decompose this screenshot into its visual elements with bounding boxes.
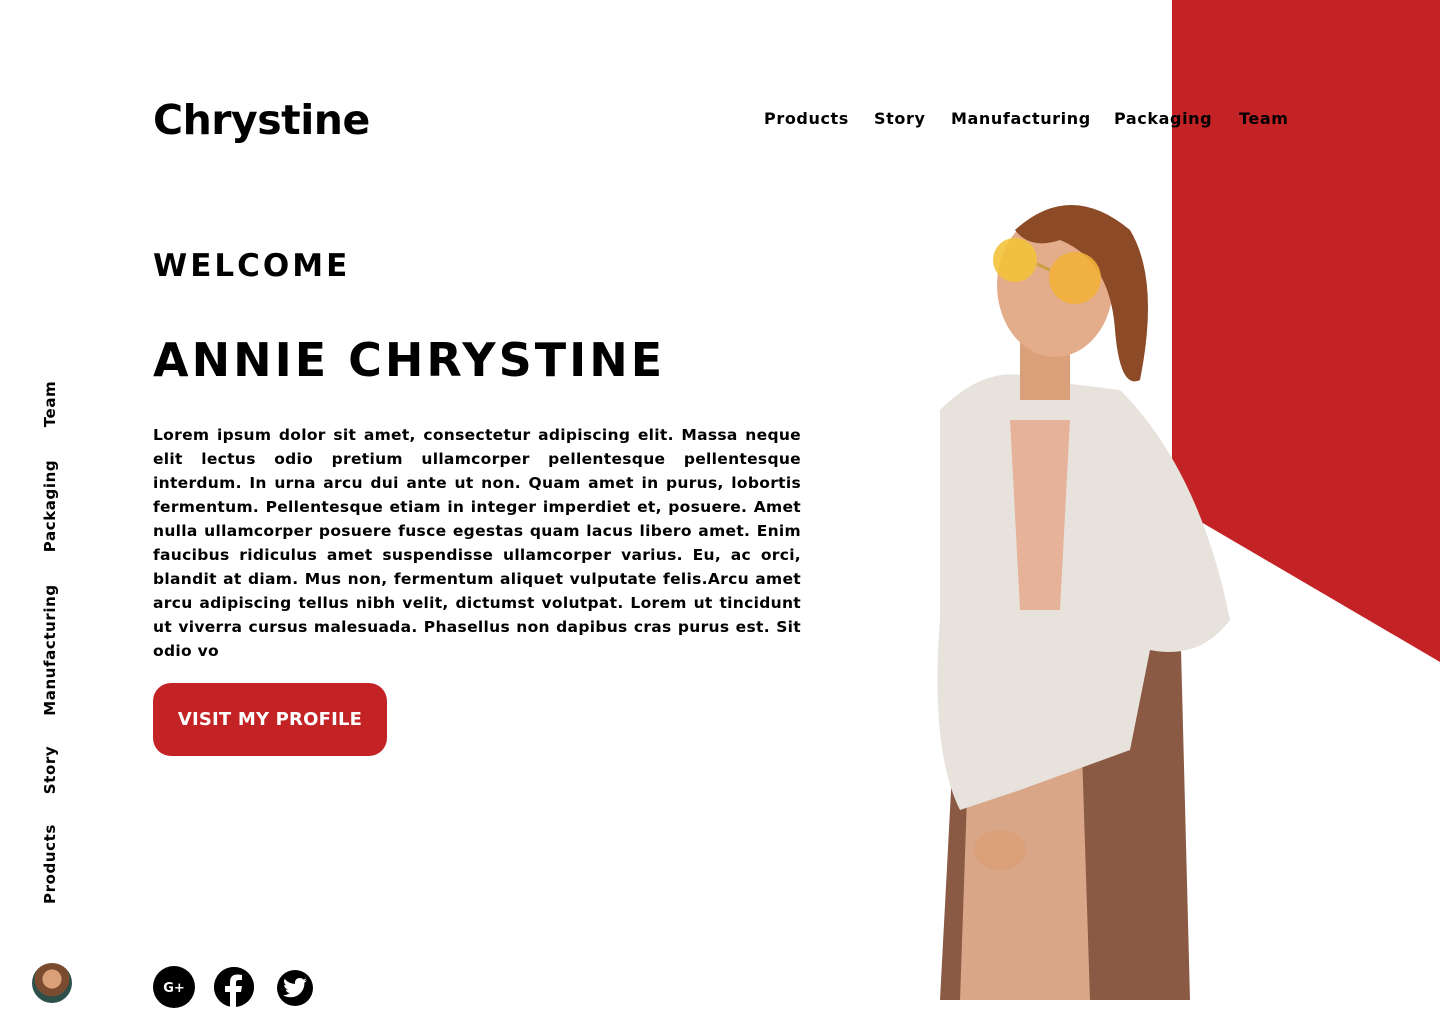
hero-name-title: ANNIE CHRYSTINE <box>153 333 666 387</box>
top-nav-products[interactable]: Products <box>764 109 849 128</box>
model-portrait-image <box>937 205 1230 1000</box>
brand-logo[interactable]: Chrystine <box>153 92 370 148</box>
side-nav-packaging[interactable]: Packaging <box>41 460 59 552</box>
twitter-icon[interactable] <box>277 970 313 1006</box>
svg-text:G+: G+ <box>163 981 185 996</box>
visit-profile-button[interactable]: VISIT MY PROFILE <box>153 683 387 756</box>
side-nav-team[interactable]: Team <box>41 381 59 428</box>
top-nav-packaging[interactable]: Packaging <box>1114 109 1212 128</box>
google-plus-icon[interactable]: G+ <box>153 966 195 1008</box>
avatar[interactable] <box>32 963 72 1003</box>
side-nav-story[interactable]: Story <box>41 746 59 794</box>
side-nav-products[interactable]: Products <box>41 824 59 904</box>
top-nav-team[interactable]: Team <box>1239 109 1289 128</box>
hero-bio-text: Lorem ipsum dolor sit amet, consectetur … <box>153 426 801 660</box>
top-nav-manufacturing[interactable]: Manufacturing <box>951 109 1091 128</box>
welcome-heading: WELCOME <box>153 248 351 284</box>
facebook-icon[interactable] <box>214 967 254 1007</box>
side-nav-manufacturing[interactable]: Manufacturing <box>41 584 59 716</box>
top-nav-story[interactable]: Story <box>874 109 925 128</box>
